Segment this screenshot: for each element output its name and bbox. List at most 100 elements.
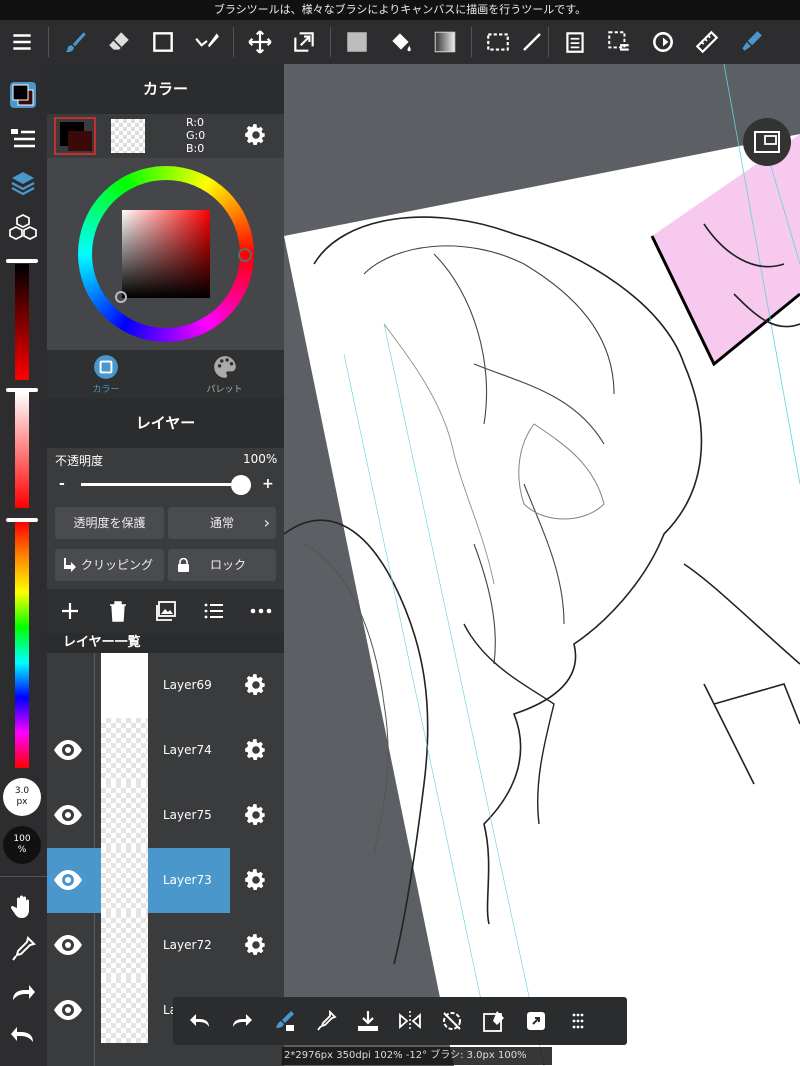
brush-eraser-icon — [276, 1011, 294, 1031]
transform-tool-button[interactable] — [282, 20, 326, 64]
hand-tool-button[interactable] — [8, 892, 38, 922]
quick-redo-button[interactable] — [221, 997, 263, 1045]
layer-settings-button[interactable] — [243, 802, 269, 828]
brush-opacity-indicator[interactable]: 100 % — [3, 826, 41, 864]
opacity-minus-button[interactable]: - — [59, 476, 65, 492]
line-tool-button[interactable] — [185, 20, 229, 64]
layer-visibility-toggle[interactable] — [53, 802, 83, 828]
layer-name: Layer69 — [163, 678, 212, 692]
color-settings-gear-icon[interactable] — [243, 122, 269, 148]
redo-button[interactable] — [8, 978, 38, 1008]
trash-icon[interactable] — [108, 600, 128, 622]
eraser-tool-button[interactable] — [97, 20, 141, 64]
layer-row[interactable]: Layer72 — [47, 913, 284, 978]
main-color-swatch[interactable] — [54, 117, 96, 155]
transform-icon — [294, 32, 314, 52]
move-icon — [248, 30, 272, 54]
rail-divider — [0, 876, 47, 877]
layer-row[interactable]: Layer74 — [47, 718, 284, 783]
layer-visibility-toggle[interactable] — [53, 932, 83, 958]
color-swatch-button[interactable] — [8, 80, 38, 110]
eye-icon — [54, 870, 82, 890]
select-layer-button[interactable] — [597, 20, 641, 64]
opacity-slider-handle[interactable] — [231, 475, 251, 495]
gradient-tool-button[interactable] — [423, 20, 467, 64]
quick-brush-button[interactable] — [263, 997, 305, 1045]
shape-tool-button[interactable] — [141, 20, 185, 64]
saturation-value-square[interactable] — [122, 210, 210, 298]
layer-settings-button[interactable] — [243, 932, 269, 958]
more-icon[interactable] — [249, 600, 273, 622]
undo-button[interactable] — [8, 1020, 38, 1050]
ruler-button[interactable] — [685, 20, 729, 64]
layer-name: Layer72 — [163, 938, 212, 952]
sv-picker-handle[interactable] — [115, 291, 127, 303]
fill-color-button[interactable] — [335, 20, 379, 64]
lock-button[interactable]: ロック — [168, 549, 276, 581]
layer-row[interactable]: Layer69 — [47, 653, 284, 718]
quick-clear-button[interactable] — [473, 997, 515, 1045]
eyedropper-tool-button[interactable] — [8, 934, 38, 964]
layer-visibility-toggle[interactable] — [53, 867, 83, 893]
hue-slider[interactable] — [15, 522, 29, 768]
saturation-slider-handle[interactable] — [6, 388, 38, 392]
layer-list-icon[interactable] — [203, 600, 225, 622]
saturation-slider[interactable] — [15, 392, 29, 508]
quick-rotate-reset-button[interactable] — [431, 997, 473, 1045]
brush-list-button[interactable] — [8, 124, 38, 154]
brush-icon — [65, 32, 86, 53]
rotate-canvas-button[interactable] — [641, 20, 685, 64]
layer-row[interactable]: Layer73 — [47, 848, 284, 913]
tab-color[interactable]: カラー — [47, 350, 165, 398]
layer-image-icon[interactable] — [155, 600, 177, 622]
opacity-plus-button[interactable]: + — [262, 476, 274, 492]
layer-row[interactable]: Layer75 — [47, 783, 284, 848]
quick-merge-down-button[interactable] — [347, 997, 389, 1045]
layer-settings-button[interactable] — [243, 737, 269, 763]
brightness-slider[interactable] — [15, 264, 29, 380]
layer-list-header: レイヤー一覧 — [47, 633, 284, 653]
quick-export-button[interactable] — [515, 997, 557, 1045]
brush-tool-button[interactable] — [53, 20, 97, 64]
brush-size-indicator[interactable]: 3.0 px — [3, 778, 41, 816]
drawing-canvas[interactable] — [284, 64, 800, 1066]
opacity-slider[interactable] — [81, 483, 241, 486]
undo-icon — [11, 1027, 33, 1042]
materials-button[interactable] — [8, 212, 38, 242]
layer-visibility-toggle[interactable] — [53, 737, 83, 763]
layer-settings-button[interactable] — [243, 867, 269, 893]
copy-paste-button[interactable] — [553, 20, 597, 64]
select-tool-button[interactable] — [476, 20, 520, 64]
quick-undo-button[interactable] — [179, 997, 221, 1045]
quick-flip-button[interactable] — [389, 997, 431, 1045]
blend-mode-button[interactable]: 通常 › — [168, 507, 276, 539]
quick-bar-grip[interactable] — [557, 997, 599, 1045]
layer-panel-title: レイヤー — [47, 398, 284, 448]
opacity-value: 100% — [243, 452, 278, 466]
layers-button[interactable] — [8, 168, 38, 198]
add-layer-icon[interactable] — [59, 600, 81, 622]
magic-wand-button[interactable] — [520, 20, 544, 64]
layer-visibility-toggle[interactable] — [53, 997, 83, 1023]
layer-thumbnail — [101, 718, 148, 783]
tab-palette[interactable]: パレット — [165, 350, 284, 398]
bucket-tool-button[interactable] — [379, 20, 423, 64]
brush-settings-button[interactable] — [729, 20, 773, 64]
layer-visibility-toggle[interactable] — [53, 672, 83, 698]
quick-eyedropper-button[interactable] — [305, 997, 347, 1045]
sub-color-swatch[interactable] — [111, 119, 145, 153]
hue-picker-handle[interactable] — [238, 248, 252, 262]
menu-button[interactable] — [0, 20, 44, 64]
redo-icon — [13, 985, 35, 1000]
hue-slider-handle[interactable] — [6, 518, 38, 522]
move-tool-button[interactable] — [238, 20, 282, 64]
protect-alpha-button[interactable]: 透明度を保護 — [55, 507, 164, 539]
hand-icon — [10, 895, 29, 918]
canvas-view-toggle[interactable] — [743, 118, 791, 166]
brightness-slider-handle[interactable] — [6, 259, 38, 263]
layer-settings-button[interactable] — [243, 672, 269, 698]
window-icon — [754, 131, 780, 153]
clipping-button[interactable]: クリッピング — [55, 549, 164, 581]
brush-size-unit: px — [16, 797, 28, 807]
color-picker-area — [47, 158, 284, 350]
